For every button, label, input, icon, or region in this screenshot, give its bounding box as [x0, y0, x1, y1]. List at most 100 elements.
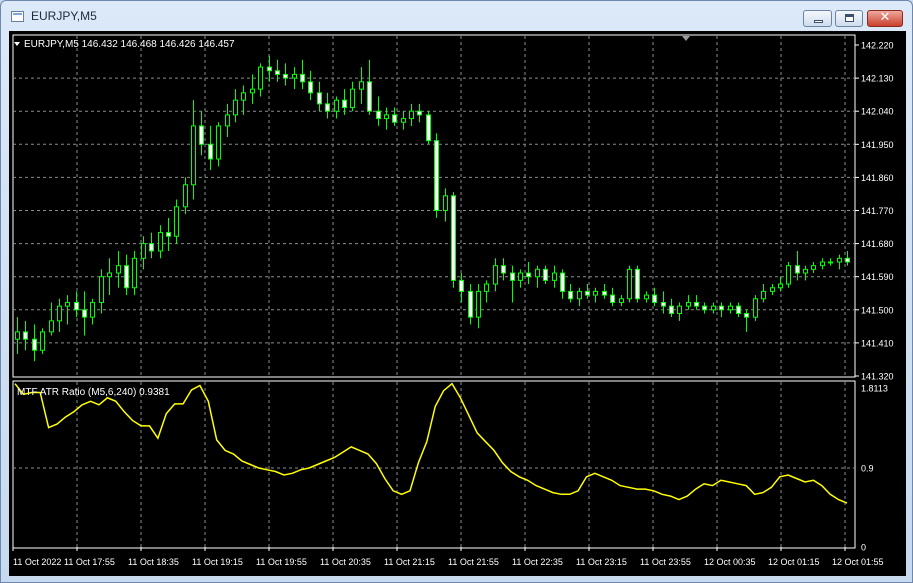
candle-body [795, 265, 800, 274]
candle-body [535, 268, 540, 278]
price-tick-label: 142.220 [861, 41, 894, 51]
candle-body [837, 257, 842, 263]
candle-body [149, 243, 154, 252]
candle-body [702, 305, 707, 311]
candle-body [183, 184, 188, 208]
candle-body [459, 279, 464, 292]
candle-body [585, 290, 590, 296]
candle-body [711, 305, 716, 311]
candle-body [317, 92, 322, 105]
price-axis: 142.220 142.130 142.040 141.950 141.860 141.7… [855, 41, 894, 553]
candle-body [132, 257, 137, 289]
candle-body [82, 309, 87, 318]
time-tick-label: 11 Oct 19:15 [192, 557, 243, 567]
chart-window: EURJPY,M5 ✕ 142.220 142.130 142.040 141.950… [0, 0, 913, 583]
shift-marker-icon[interactable] [682, 36, 690, 41]
close-icon: ✕ [879, 10, 891, 25]
minimize-button[interactable] [803, 10, 832, 27]
candle-body [577, 290, 582, 300]
candle-body [568, 290, 573, 300]
candle-body [543, 268, 548, 281]
candle-body [300, 73, 305, 83]
candle-body [484, 283, 489, 292]
candle-body [786, 265, 791, 285]
candle-body [434, 140, 439, 211]
time-tick-label: 11 Oct 18:35 [128, 557, 179, 567]
chart-canvas[interactable]: 142.220 142.130 142.040 141.950 141.860 141.7… [9, 31, 906, 576]
candle-body [334, 99, 339, 112]
candle-body [468, 290, 473, 318]
time-tick-label: 11 Oct 19:55 [256, 557, 307, 567]
time-tick-label: 11 Oct 22:35 [512, 557, 563, 567]
indicator-line [14, 382, 848, 504]
candle-body [627, 268, 632, 300]
candle-body [90, 301, 95, 318]
candle-body [292, 73, 297, 79]
candle-body [677, 305, 682, 314]
price-tick-label: 141.770 [861, 206, 894, 216]
time-axis: 11 Oct 2022 11 Oct 17:55 11 Oct 18:35 11 Oc… [12, 547, 884, 567]
candle-body [275, 70, 280, 75]
indicator-tick-label: 1.8113 [861, 384, 888, 394]
candle-body [57, 305, 62, 322]
candle-body [744, 312, 749, 318]
candle-body [409, 110, 414, 120]
candle-body [384, 114, 389, 120]
candle-body [158, 232, 163, 252]
candle-body [401, 118, 406, 123]
candle-body [241, 92, 246, 101]
candle-body [325, 103, 330, 112]
candle-body [49, 320, 54, 333]
candle-body [552, 272, 557, 281]
candle-body [116, 265, 121, 274]
indicator-panel-info: MTF ATR Ratio (M5,6,240) 0.9381 [17, 387, 170, 398]
time-tick-label: 12 Oct 00:35 [704, 557, 756, 567]
candle-body [174, 206, 179, 237]
mtf-atr-ratio-line [14, 382, 848, 504]
price-tick-label: 141.590 [861, 272, 894, 282]
candle-body [493, 265, 498, 285]
candle-body [619, 298, 624, 303]
candle-body [32, 338, 37, 351]
price-tick-label: 142.040 [861, 107, 894, 117]
candle-body [376, 110, 381, 120]
close-button[interactable]: ✕ [867, 10, 903, 27]
candle-body [308, 81, 313, 94]
window-title: EURJPY,M5 [31, 9, 97, 23]
candle-body [761, 290, 766, 300]
time-tick-label: 11 Oct 17:55 [64, 557, 115, 567]
candle-body [233, 99, 238, 116]
candle-body [686, 301, 691, 307]
candle-body [719, 305, 724, 311]
time-tick-label: 11 Oct 20:35 [320, 557, 371, 567]
candle-body [367, 81, 372, 112]
candle-body [216, 125, 221, 160]
time-tick-label: 11 Oct 2022 [13, 557, 61, 567]
candle-body [451, 195, 456, 281]
candle-body [560, 272, 565, 292]
candle-body [208, 143, 213, 160]
candle-body [65, 301, 70, 307]
candle-body [661, 301, 666, 307]
candle-body [225, 114, 230, 127]
candle-body [107, 272, 112, 278]
time-tick-label: 11 Oct 23:55 [640, 557, 691, 567]
candle-body [728, 305, 733, 311]
candle-body [426, 114, 431, 142]
menu-triangle-icon[interactable] [14, 42, 20, 46]
price-tick-label: 142.130 [861, 74, 894, 84]
candle-body [283, 73, 288, 79]
indicator-tick-label: 0.9 [861, 463, 874, 473]
candle-body [99, 276, 104, 303]
maximize-button[interactable] [835, 10, 863, 27]
candle-body [141, 243, 146, 259]
title-bar[interactable]: EURJPY,M5 ✕ [1, 1, 912, 31]
price-tick-label: 141.680 [861, 239, 894, 249]
price-tick-label: 141.950 [861, 140, 894, 150]
candle-body [15, 331, 20, 340]
candle-body [476, 290, 481, 318]
chart-area[interactable]: 142.220 142.130 142.040 141.950 141.860 141.7… [9, 31, 906, 576]
candle-body [443, 195, 448, 212]
candle-body [820, 261, 825, 267]
candle-body [753, 298, 758, 318]
